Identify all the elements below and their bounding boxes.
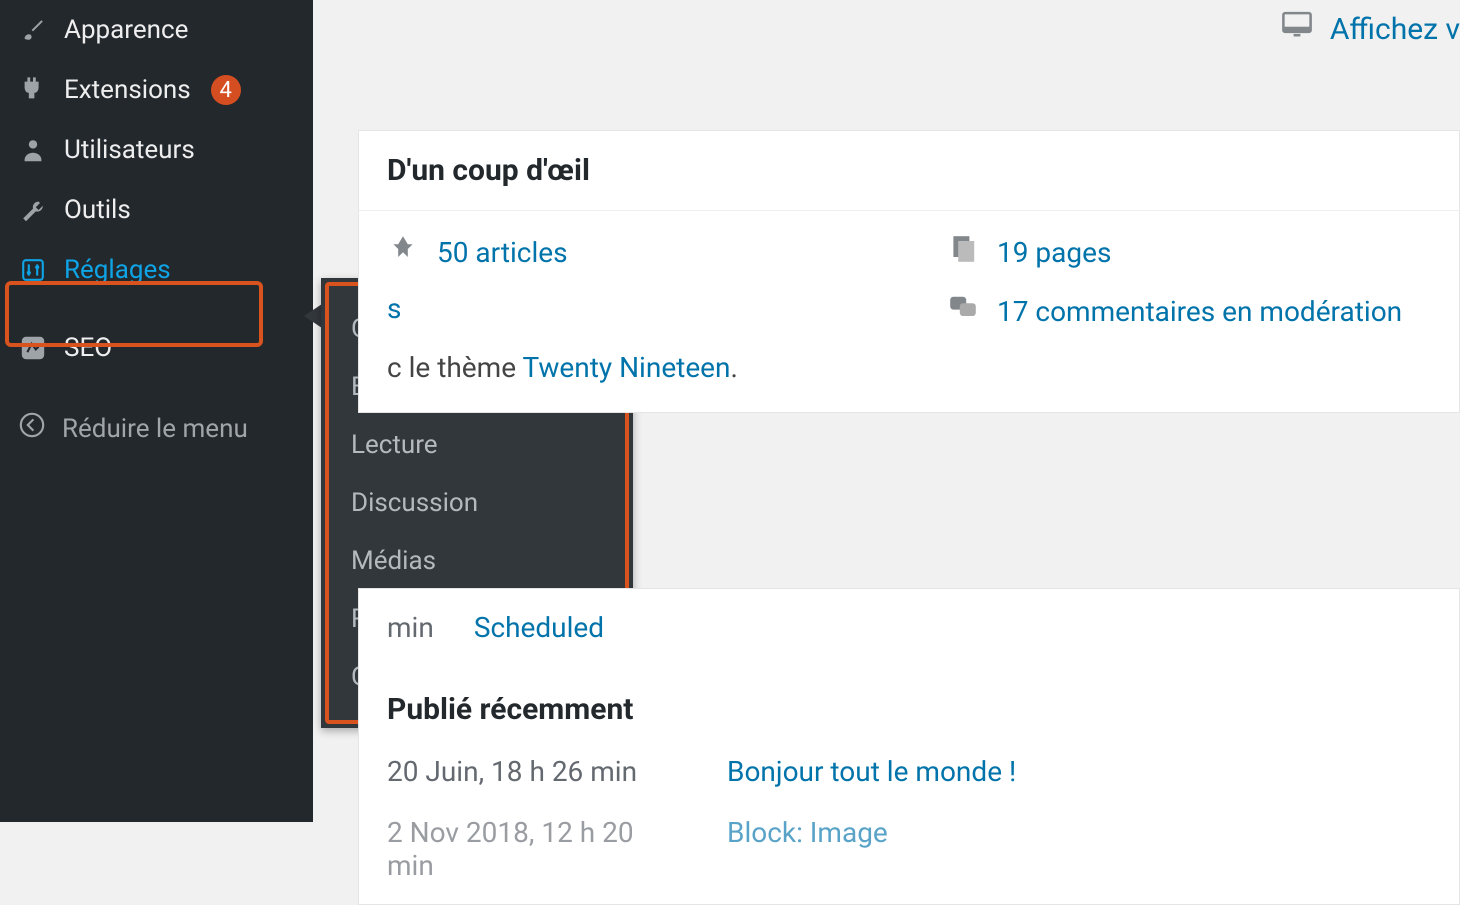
scheduled-recent-panel: min Scheduled Publié récemment 20 Juin, … [358,588,1460,905]
partial-text: s [387,292,401,325]
recent-link[interactable]: Bonjour tout le monde ! [727,755,1016,788]
brush-icon [18,15,48,45]
sidebar-item-tools[interactable]: Outils [0,180,313,240]
sidebar-item-label: Apparence [64,15,188,45]
user-icon [18,135,48,165]
articles-link[interactable]: 50 articles [437,236,568,269]
sidebar-item-plugins[interactable]: Extensions 4 [0,60,313,120]
pages-icon [947,233,979,272]
comments-icon [947,292,979,331]
stat-pages: 19 pages [947,233,1111,272]
sidebar-item-users[interactable]: Utilisateurs [0,120,313,180]
admin-sidebar: Apparence Extensions 4 Utilisateurs Outi… [0,0,313,822]
theme-link[interactable]: Twenty Nineteen [522,351,730,384]
pages-link[interactable]: 19 pages [997,236,1111,269]
recent-row: 2 Nov 2018, 12 h 20 min Block: Image [387,816,1431,882]
sidebar-item-label: Utilisateurs [64,135,195,165]
pin-icon [387,233,419,272]
sidebar-item-label: SEO [64,333,112,363]
collapse-menu[interactable]: Réduire le menu [0,396,313,461]
sidebar-item-label: Réglages [64,255,171,285]
collapse-label: Réduire le menu [62,414,248,444]
menu-separator [0,300,313,318]
plugin-icon [18,75,48,105]
stat-spacer: s [387,292,947,331]
sidebar-item-appearance[interactable]: Apparence [0,0,313,60]
update-badge: 4 [211,75,241,105]
top-right-label: Affichez v [1330,12,1460,47]
scheduled-time-suffix: min [387,611,434,644]
main-content: Affichez v D'un coup d'œil 50 articles 1… [313,0,1460,822]
display-icon [1280,8,1314,50]
sliders-icon [18,255,48,285]
sidebar-item-label: Outils [64,195,131,225]
scheduled-link[interactable]: Scheduled [474,611,604,644]
recent-link[interactable]: Block: Image [727,816,888,849]
recent-date: 2 Nov 2018, 12 h 20 min [387,816,687,882]
comments-link[interactable]: 17 commentaires en modération [997,295,1402,328]
theme-line: c le thème Twenty Nineteen. [387,351,1431,384]
top-right-link[interactable]: Affichez v [1280,0,1460,58]
seo-icon [18,333,48,363]
recent-title: Publié récemment [387,692,1431,727]
wrench-icon [18,195,48,225]
sidebar-item-seo[interactable]: SEO [0,318,313,378]
sidebar-item-settings[interactable]: Réglages [0,240,313,300]
theme-prefix: c le thème [387,351,522,384]
collapse-icon [18,411,46,446]
stat-comments: 17 commentaires en modération [947,292,1402,331]
sidebar-item-label: Extensions [64,75,191,105]
stat-articles: 50 articles [387,233,947,272]
recent-date: 20 Juin, 18 h 26 min [387,755,687,788]
at-a-glance-panel: D'un coup d'œil 50 articles 19 pages [358,130,1460,413]
scheduled-row: min Scheduled [387,611,1431,644]
recent-row: 20 Juin, 18 h 26 min Bonjour tout le mon… [387,755,1431,788]
panel-title: D'un coup d'œil [359,131,1459,211]
